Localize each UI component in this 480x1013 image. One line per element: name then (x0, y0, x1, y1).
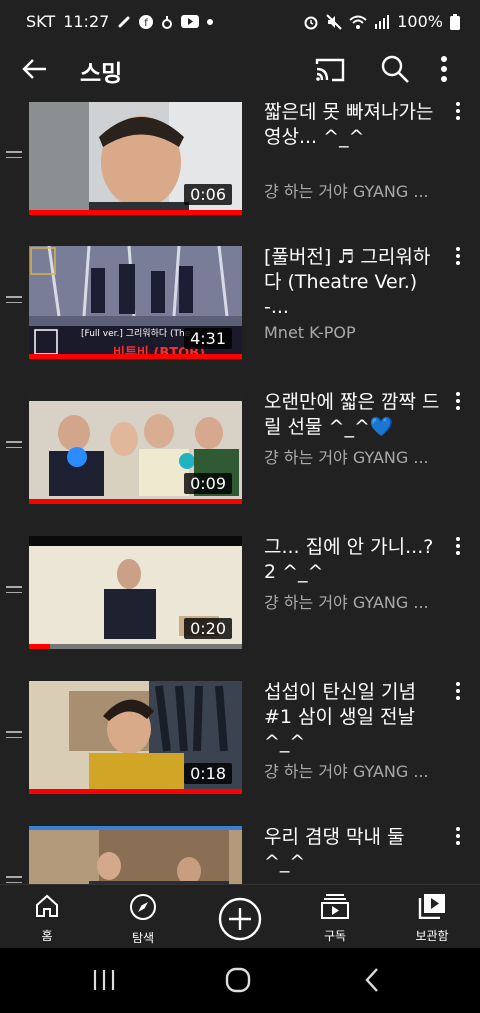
video-duration: 0:18 (184, 763, 232, 784)
system-navigation-bar (0, 948, 480, 1013)
video-duration: 0:06 (184, 184, 232, 205)
cast-icon (315, 58, 345, 82)
search-button[interactable] (380, 54, 410, 88)
mute-icon (326, 13, 342, 30)
video-title[interactable]: [풀버전] ♬ 그리워하다 (Theatre Ver.) -... (264, 245, 444, 320)
channel-name: Mnet K-POP (264, 323, 356, 342)
drag-handle-icon[interactable] (6, 876, 22, 884)
system-back-button[interactable] (362, 966, 382, 998)
nav-home[interactable]: 홈 (12, 893, 82, 944)
watch-progress-bar (29, 499, 242, 504)
subscriptions-icon (321, 894, 349, 919)
signal-icon (374, 14, 390, 29)
drag-handle-icon[interactable] (6, 441, 22, 449)
wifi-icon (349, 15, 367, 29)
bottom-navigation: 홈 탐색 구독 보관함 (0, 884, 480, 949)
notification-icon (161, 15, 173, 29)
watch-progress-bar (29, 789, 242, 794)
carrier-label: SKT (26, 12, 56, 31)
search-icon (381, 55, 409, 83)
video-item[interactable]: 0:06 짧은데 못 빠져나가는 영상... ^_^ 걍 하는 거야 GYANG… (0, 96, 480, 241)
drag-handle-icon[interactable] (6, 151, 22, 159)
playlist-video-list: 0:06 짧은데 못 빠져나가는 영상... ^_^ 걍 하는 거야 GYANG… (0, 96, 480, 884)
watch-progress-bar (29, 644, 51, 649)
channel-name: 걍 하는 거야 GYANG ... (264, 593, 429, 612)
video-thumbnail[interactable]: 0:20 (29, 536, 242, 649)
video-menu-button[interactable] (454, 247, 462, 269)
create-button[interactable] (205, 897, 275, 945)
drag-handle-icon[interactable] (6, 296, 22, 304)
home-circle-icon (225, 967, 251, 993)
video-title[interactable]: 섭섭이 탄신일 기념 #1 삼이 생일 전날 ^_^ (264, 680, 444, 755)
video-title[interactable]: 그... 집에 안 가니...? 2 ^_^ (264, 535, 444, 585)
video-menu-button[interactable] (454, 827, 462, 849)
video-menu-button[interactable] (454, 682, 462, 704)
nav-explore-label: 탐색 (131, 931, 155, 945)
back-button[interactable] (20, 54, 56, 86)
video-duration: 4:31 (184, 328, 232, 349)
video-title[interactable]: 우리 겸댕 막내 둘 ^_^ (264, 825, 444, 875)
library-icon (418, 894, 445, 920)
home-icon (36, 894, 58, 917)
nav-explore[interactable]: 탐색 (108, 893, 178, 946)
cast-button[interactable] (314, 56, 346, 88)
recent-apps-button[interactable] (92, 968, 116, 996)
arrow-left-icon (22, 59, 46, 79)
recent-apps-icon (93, 970, 115, 990)
thumbnail-caption: [Full ver.] 그리워하다 (The (81, 329, 191, 339)
drag-handle-icon[interactable] (6, 731, 22, 739)
watch-progress-bar (29, 210, 242, 215)
youtube-status-icon (181, 15, 200, 28)
battery-label: 100% (397, 12, 443, 31)
channel-name: 걍 하는 거야 GYANG ... (264, 182, 429, 201)
nav-home-label: 홈 (41, 929, 53, 943)
facebook-icon: f (139, 14, 154, 29)
chevron-left-icon (365, 968, 378, 992)
video-menu-button[interactable] (454, 392, 462, 414)
nav-subscriptions-label: 구독 (323, 929, 347, 943)
app-bar: 스밍 (0, 44, 480, 96)
link-icon (117, 15, 131, 29)
video-menu-button[interactable] (454, 102, 462, 124)
more-options-button[interactable] (440, 54, 448, 88)
channel-name: 걍 하는 거야 GYANG ... (264, 762, 429, 781)
channel-name: 걍 하는 거야 GYANG ... (264, 448, 429, 467)
video-thumbnail[interactable]: 0:18 (29, 681, 242, 794)
video-thumbnail[interactable]: 0:06 (29, 102, 242, 215)
nav-library[interactable]: 보관함 (397, 893, 467, 944)
video-title[interactable]: 짧은데 못 빠져나가는 영상... ^_^ (264, 100, 444, 150)
status-bar: SKT 11:27 f 100% (0, 0, 480, 44)
video-item[interactable]: 우리 겸댕 막내 둘 ^_^ (0, 821, 480, 884)
watch-progress-bar (29, 354, 242, 359)
add-circle-icon (218, 897, 262, 941)
nav-library-label: 보관함 (415, 929, 449, 943)
more-vert-icon (441, 56, 447, 82)
dot-icon (207, 18, 214, 25)
video-menu-button[interactable] (454, 537, 462, 559)
thumbnail-image (29, 826, 242, 884)
time-label: 11:27 (63, 12, 110, 31)
video-duration: 0:20 (184, 618, 232, 639)
video-item[interactable]: 0:09 오랜만에 짧은 깜짝 드릴 선물 ^_^💙 걍 하는 거야 GYANG… (0, 386, 480, 531)
compass-icon (130, 894, 156, 920)
svg-text:f: f (145, 18, 149, 29)
drag-handle-icon[interactable] (6, 586, 22, 594)
video-title[interactable]: 오랜만에 짧은 깜짝 드릴 선물 ^_^💙 (264, 390, 444, 440)
video-duration: 0:09 (184, 473, 232, 494)
nav-subscriptions[interactable]: 구독 (300, 893, 370, 944)
video-thumbnail[interactable]: 0:09 (29, 391, 242, 504)
page-title: 스밍 (80, 61, 123, 87)
video-thumbnail[interactable] (29, 826, 242, 884)
video-item[interactable]: 0:18 섭섭이 탄신일 기념 #1 삼이 생일 전날 ^_^ 걍 하는 거야 … (0, 676, 480, 821)
video-item[interactable]: 0:20 그... 집에 안 가니...? 2 ^_^ 걍 하는 거야 GYAN… (0, 531, 480, 676)
battery-icon (450, 13, 460, 30)
alarm-icon (303, 14, 319, 30)
video-item[interactable]: [Full ver.] 그리워하다 (The 비투비 (BTOB) 4:31 [… (0, 241, 480, 386)
video-thumbnail[interactable]: [Full ver.] 그리워하다 (The 비투비 (BTOB) 4:31 (29, 246, 242, 359)
home-system-button[interactable] (224, 966, 252, 998)
